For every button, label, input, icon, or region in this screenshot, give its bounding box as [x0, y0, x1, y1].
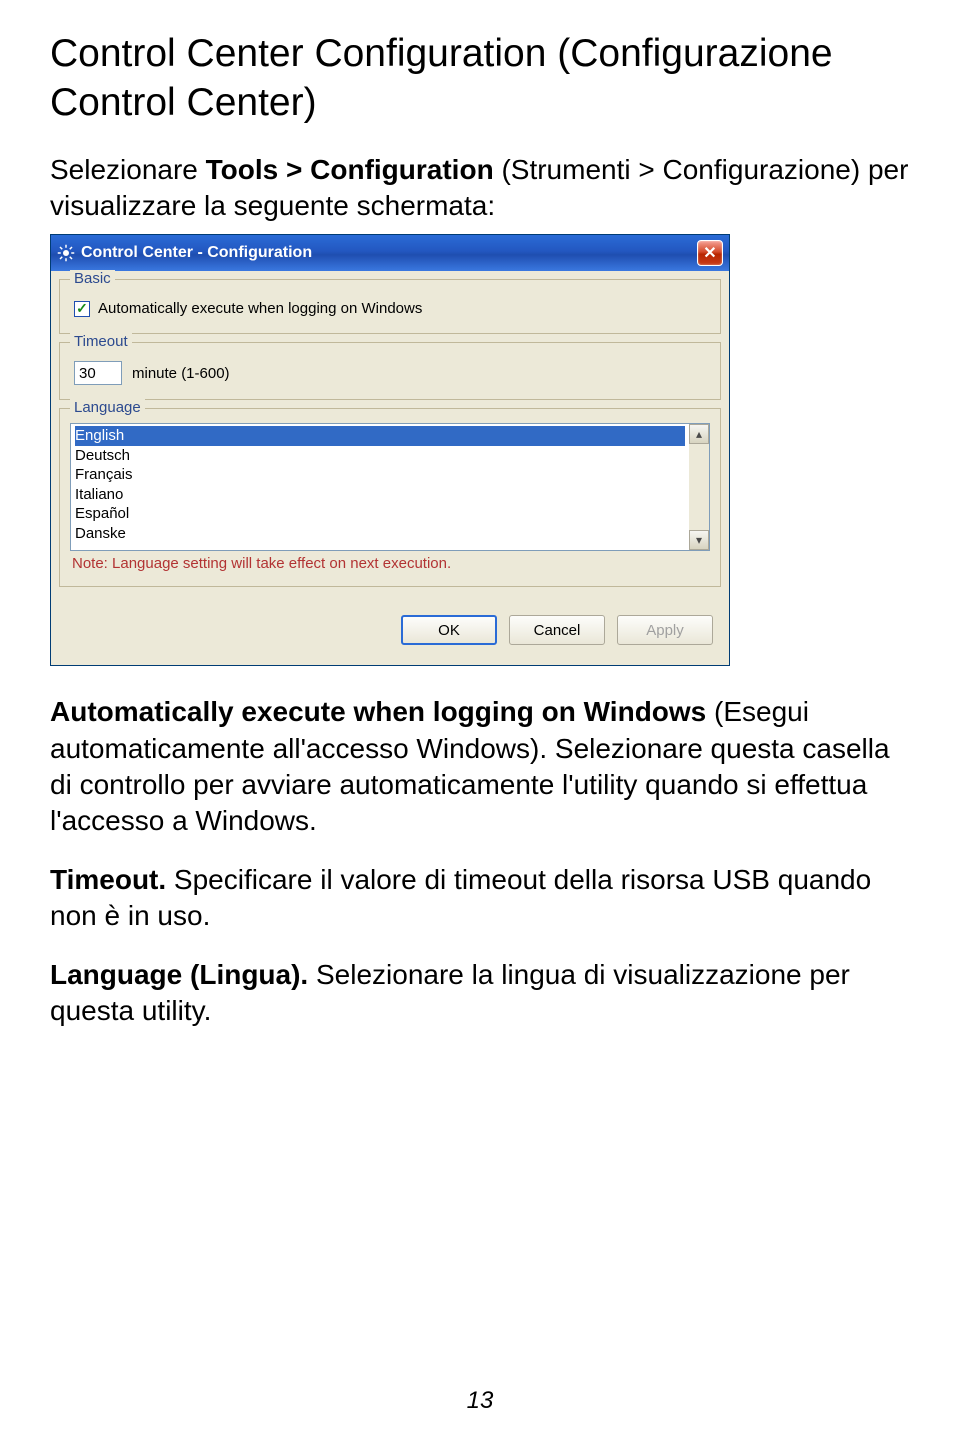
group-language-legend: Language	[70, 399, 145, 416]
timeout-unit: minute (1-600)	[132, 365, 230, 382]
close-icon: ✕	[703, 243, 716, 263]
list-item[interactable]: Español	[75, 504, 685, 524]
p3-bold: Language (Lingua).	[50, 959, 308, 990]
scroll-up-button[interactable]: ▴	[689, 424, 709, 444]
close-button[interactable]: ✕	[697, 240, 723, 266]
auto-execute-row[interactable]: ✓ Automatically execute when logging on …	[70, 294, 710, 323]
intro-prefix: Selezionare	[50, 154, 206, 185]
auto-execute-checkbox[interactable]: ✓	[74, 301, 90, 317]
chevron-up-icon: ▴	[696, 427, 702, 441]
group-timeout: Timeout minute (1-600)	[59, 342, 721, 400]
chevron-down-icon: ▾	[696, 533, 702, 547]
language-note: Note: Language setting will take effect …	[70, 551, 710, 576]
paragraph-auto-execute: Automatically execute when logging on Wi…	[50, 694, 910, 840]
dialog-window: Control Center - Configuration ✕ Basic ✓…	[50, 234, 730, 666]
screenshot-figure: Control Center - Configuration ✕ Basic ✓…	[50, 234, 910, 666]
list-item[interactable]: Français	[75, 465, 685, 485]
group-basic-legend: Basic	[70, 270, 115, 287]
scrollbar[interactable]: ▴ ▾	[689, 424, 709, 550]
paragraph-timeout: Timeout. Specificare il valore di timeou…	[50, 862, 910, 935]
dialog-title: Control Center - Configuration	[81, 244, 312, 262]
timeout-input[interactable]	[74, 361, 122, 385]
paragraph-language: Language (Lingua). Selezionare la lingua…	[50, 957, 910, 1030]
intro-bold: Tools > Configuration	[206, 154, 494, 185]
p2-rest: Specificare il valore di timeout della r…	[50, 864, 871, 931]
list-item[interactable]: Danske	[75, 524, 685, 544]
ok-button[interactable]: OK	[401, 615, 497, 645]
list-item[interactable]: English	[75, 426, 685, 446]
intro-paragraph: Selezionare Tools > Configuration (Strum…	[50, 152, 910, 225]
group-language: Language English Deutsch Français Italia…	[59, 408, 721, 587]
scroll-down-button[interactable]: ▾	[689, 530, 709, 550]
language-items[interactable]: English Deutsch Français Italiano Españo…	[71, 424, 689, 550]
gear-icon	[57, 244, 75, 262]
group-timeout-legend: Timeout	[70, 333, 132, 350]
apply-button[interactable]: Apply	[617, 615, 713, 645]
page-title: Control Center Configuration (Configuraz…	[50, 30, 910, 128]
auto-execute-label: Automatically execute when logging on Wi…	[98, 300, 422, 317]
dialog-client: Basic ✓ Automatically execute when loggi…	[51, 271, 729, 665]
titlebar[interactable]: Control Center - Configuration ✕	[51, 235, 729, 271]
list-item[interactable]: Deutsch	[75, 446, 685, 466]
p1-bold: Automatically execute when logging on Wi…	[50, 696, 706, 727]
list-item[interactable]: Italiano	[75, 485, 685, 505]
cancel-button[interactable]: Cancel	[509, 615, 605, 645]
page-number: 13	[0, 1387, 960, 1415]
language-listbox[interactable]: English Deutsch Français Italiano Españo…	[70, 423, 710, 551]
p2-bold: Timeout.	[50, 864, 166, 895]
dialog-buttons: OK Cancel Apply	[59, 595, 721, 655]
group-basic: Basic ✓ Automatically execute when loggi…	[59, 279, 721, 334]
